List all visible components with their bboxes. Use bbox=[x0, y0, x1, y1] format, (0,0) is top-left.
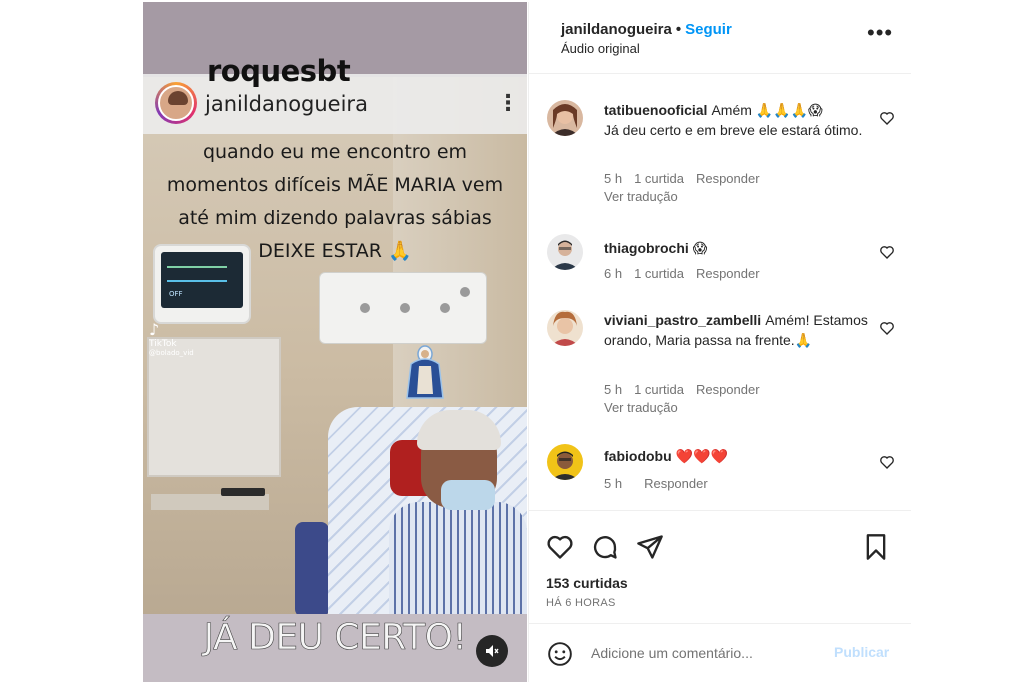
story-more-icon[interactable]: ⋮ bbox=[497, 90, 519, 116]
instagram-post-view: OFF roquesbt janildanogueira ⋮ quando eu… bbox=[0, 0, 1024, 683]
comment-username[interactable]: tatibuenooficial bbox=[604, 102, 707, 118]
avatar[interactable] bbox=[547, 100, 583, 136]
caption-line: quando eu me encontro em bbox=[202, 141, 468, 163]
overlay-username: roquesbt bbox=[207, 54, 351, 88]
translate-link[interactable]: Ver tradução bbox=[604, 400, 678, 415]
follow-button[interactable]: Seguir bbox=[685, 21, 732, 38]
add-comment-bar: Publicar bbox=[529, 623, 911, 682]
avatar[interactable] bbox=[547, 310, 583, 346]
avatar[interactable] bbox=[547, 234, 583, 270]
comment-time: 5 h bbox=[604, 171, 623, 186]
heart-icon[interactable] bbox=[879, 110, 895, 126]
reply-button[interactable]: Responder bbox=[696, 266, 760, 281]
heart-icon[interactable] bbox=[879, 244, 895, 260]
comment-time: 5 h bbox=[604, 476, 623, 491]
publish-button[interactable]: Publicar bbox=[834, 644, 889, 660]
caption-line: momentos difíceis MÃE MARIA vem bbox=[166, 174, 504, 196]
comment-meta: 5 h 1 curtida Responder bbox=[604, 382, 772, 397]
tiktok-handle: @bolado_vid bbox=[149, 349, 194, 357]
comment-meta: 5 h 1 curtida Responder bbox=[604, 171, 772, 186]
like-heart-icon[interactable] bbox=[546, 533, 574, 561]
comment-text: thiagobrochi 😱 bbox=[604, 240, 708, 256]
reply-button[interactable]: Responder bbox=[696, 382, 760, 397]
comment-meta: 6 h 1 curtida Responder bbox=[604, 266, 772, 281]
reply-button[interactable]: Responder bbox=[644, 476, 708, 491]
post-actions: 153 curtidas HÁ 6 HORAS bbox=[529, 510, 911, 622]
story-avatar[interactable] bbox=[155, 82, 197, 124]
post-time: HÁ 6 HORAS bbox=[546, 597, 616, 609]
tiktok-label: TikTok bbox=[149, 339, 177, 349]
virgin-mary-sticker-icon bbox=[406, 345, 444, 399]
comment-time: 6 h bbox=[604, 266, 623, 281]
comment-meta: 5 h Responder bbox=[604, 476, 720, 491]
chair bbox=[295, 522, 329, 617]
story-caption: quando eu me encontro em momentos difíce… bbox=[143, 136, 527, 268]
share-paper-plane-icon[interactable] bbox=[636, 533, 664, 561]
avatar[interactable] bbox=[547, 444, 583, 480]
comment-username[interactable]: viviani_pastro_zambelli bbox=[604, 312, 761, 328]
monitor-off-label: OFF bbox=[169, 290, 183, 298]
comment-username[interactable]: fabiodobu bbox=[604, 448, 672, 464]
comment-text: tatibuenooficial Amém 🙏🙏🙏😱 Já deu certo e… bbox=[604, 102, 863, 138]
speaker-muted-icon bbox=[486, 645, 499, 657]
likes-count[interactable]: 153 curtidas bbox=[546, 575, 628, 591]
media-bottom-text: JÁ DEU CERTO! bbox=[203, 617, 467, 659]
mute-button[interactable] bbox=[476, 635, 508, 667]
comment-text: viviani_pastro_zambelli Amém! Estamos ora… bbox=[604, 312, 868, 348]
save-bookmark-icon[interactable] bbox=[862, 533, 890, 561]
audio-label[interactable]: Áudio original bbox=[561, 41, 640, 56]
post-header: janildanogueira • Seguir Áudio original ••… bbox=[529, 2, 911, 74]
more-options-icon[interactable]: ••• bbox=[867, 20, 893, 46]
comment-text: fabiodobu ❤️❤️❤️ bbox=[604, 448, 728, 464]
tiktok-watermark: ♪ TikTok @bolado_vid bbox=[149, 320, 209, 357]
wall-cabinet bbox=[147, 337, 281, 477]
patient-gown bbox=[389, 502, 527, 617]
comment-username[interactable]: thiagobrochi bbox=[604, 240, 689, 256]
caption-line: DEIXE ESTAR 🙏 bbox=[258, 240, 412, 262]
tv-remote bbox=[221, 488, 265, 496]
reply-button[interactable]: Responder bbox=[696, 171, 760, 186]
post-media[interactable]: OFF roquesbt janildanogueira ⋮ quando eu… bbox=[143, 2, 527, 682]
face-mask bbox=[441, 480, 495, 510]
comment-likes[interactable]: 1 curtida bbox=[634, 266, 684, 281]
caption-line: até mim dizendo palavras sábias bbox=[178, 207, 492, 229]
heart-icon[interactable] bbox=[879, 454, 895, 470]
comment-likes[interactable]: 1 curtida bbox=[634, 171, 684, 186]
oxygen-wall-panel bbox=[319, 272, 487, 344]
emoji-icon[interactable] bbox=[547, 641, 573, 667]
post-author-username[interactable]: janildanogueira bbox=[561, 21, 672, 38]
comment-time: 5 h bbox=[604, 382, 623, 397]
post-side-panel: janildanogueira • Seguir Áudio original ••… bbox=[528, 2, 911, 682]
translate-link[interactable]: Ver tradução bbox=[604, 189, 678, 204]
shelf bbox=[151, 494, 269, 510]
comment-bubble-icon[interactable] bbox=[591, 533, 619, 561]
comment-input[interactable] bbox=[591, 642, 821, 664]
header-separator: • bbox=[675, 21, 682, 38]
heart-icon[interactable] bbox=[879, 320, 895, 336]
comment-likes[interactable]: 1 curtida bbox=[634, 382, 684, 397]
tiktok-logo-icon: ♪ bbox=[149, 320, 160, 339]
story-username: janildanogueira bbox=[205, 92, 368, 116]
